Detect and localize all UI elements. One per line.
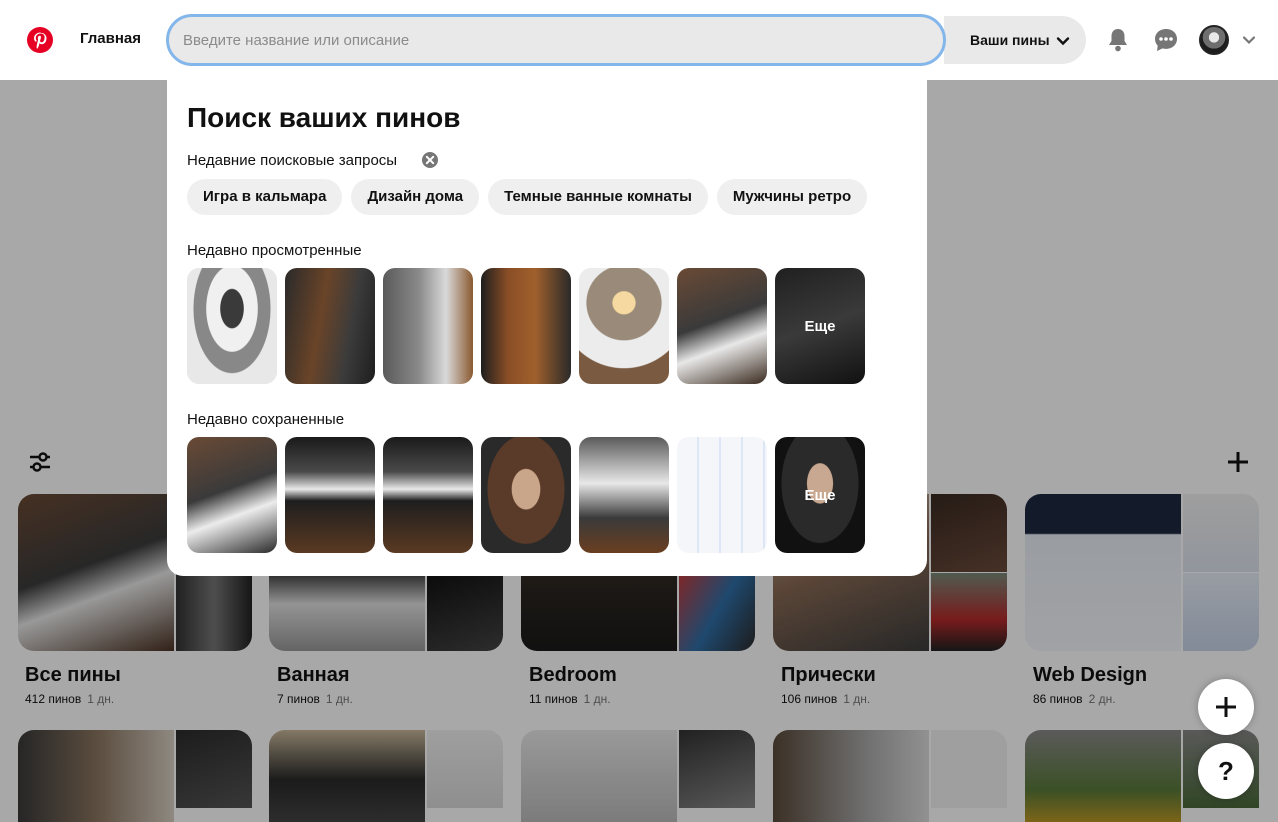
recently-saved-pin[interactable] [677,437,767,553]
recently-viewed-pin[interactable] [677,268,767,384]
account-chevron-down-icon[interactable] [1242,33,1256,47]
panel-title: Поиск ваших пинов [187,102,461,133]
recently-viewed-more[interactable]: Еще [775,268,865,384]
search-dropdown-panel: Поиск ваших пинов Недавние поисковые зап… [167,80,927,576]
create-pin-button[interactable] [1198,679,1254,735]
recently-saved-pin[interactable] [187,437,277,553]
recently-saved-pin[interactable] [481,437,571,553]
recently-viewed-label: Недавно просмотренные [187,242,362,259]
search-scope-label: Ваши пины [970,32,1050,48]
recent-search-chip[interactable]: Игра в кальмара [187,179,343,215]
more-label: Еще [804,487,836,504]
recent-search-chip[interactable]: Мужчины ретро [716,179,868,215]
recently-viewed-pin[interactable] [579,268,669,384]
help-button[interactable]: ? [1198,743,1254,799]
recently-viewed-row: Еще [187,268,865,384]
recent-search-chips: Игра в кальмара Дизайн дома Темные ванны… [187,179,868,215]
recent-searches-label: Недавние поисковые запросы [187,152,398,169]
recently-viewed-pin[interactable] [383,268,473,384]
recent-search-chip[interactable]: Дизайн дома [351,179,480,215]
top-header: Главная Ваши пины [0,0,1278,80]
recently-viewed-pin[interactable] [187,268,277,384]
search-bar[interactable] [166,14,946,66]
recently-viewed-pin[interactable] [481,268,571,384]
plus-icon [1216,697,1236,717]
recently-saved-pin[interactable] [383,437,473,553]
clear-history-icon[interactable] [421,151,439,169]
more-label: Еще [804,318,836,335]
recently-saved-row: Еще [187,437,865,553]
recently-saved-pin[interactable] [579,437,669,553]
recently-saved-more[interactable]: Еще [775,437,865,553]
search-scope-dropdown[interactable]: Ваши пины [944,16,1086,64]
chevron-down-icon [1056,37,1070,46]
recently-saved-label: Недавно сохраненные [187,411,345,428]
recent-search-chip[interactable]: Темные ванные комнаты [488,179,708,215]
help-icon: ? [1218,756,1234,786]
home-link[interactable]: Главная [80,30,141,47]
message-icon[interactable] [1152,26,1180,54]
bell-icon[interactable] [1104,26,1132,54]
recently-viewed-pin[interactable] [285,268,375,384]
avatar[interactable] [1199,25,1229,55]
search-input[interactable] [183,17,923,63]
pinterest-logo-icon[interactable] [27,27,53,53]
recently-saved-pin[interactable] [285,437,375,553]
